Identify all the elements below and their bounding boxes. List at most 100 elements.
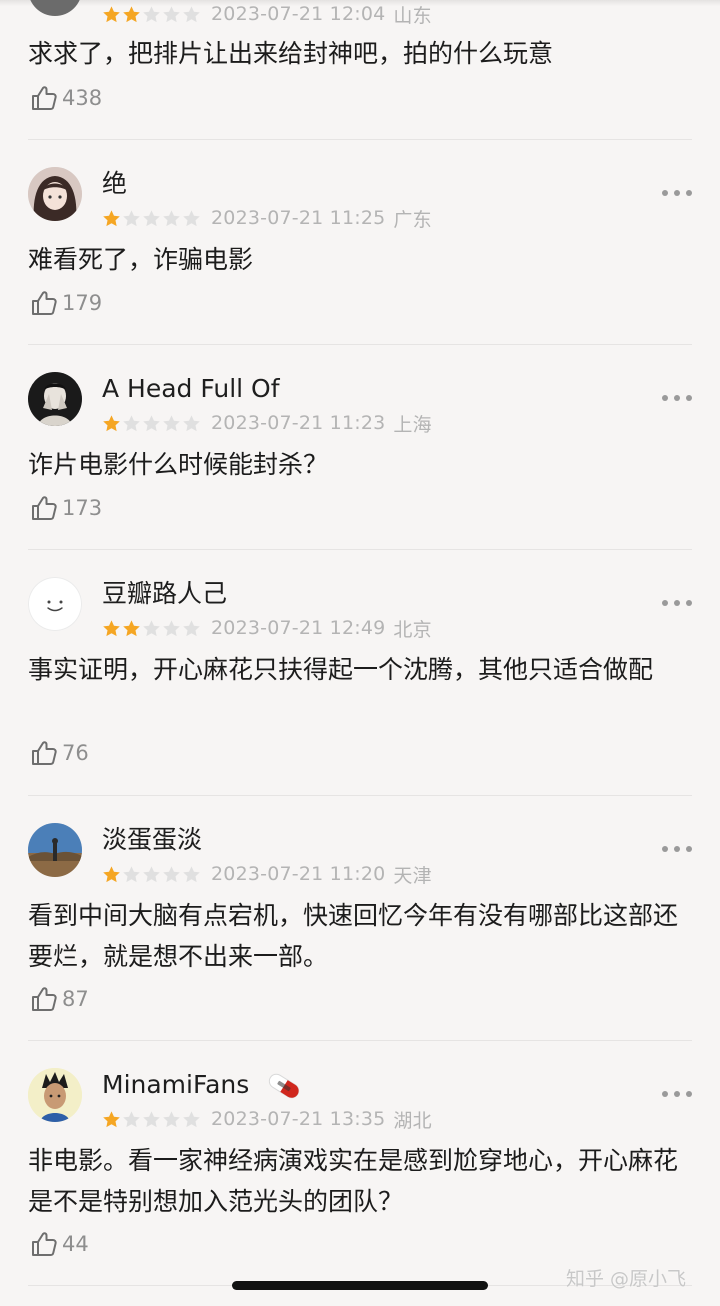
comment-meta: 2023-07-21 11:20 天津 bbox=[102, 862, 432, 887]
comment-item: MinamiFans 2023-07-21 13:35 湖北 非电影。看一家神经… bbox=[28, 1041, 692, 1286]
thumbs-up-icon bbox=[32, 496, 57, 520]
comment-text: 非电影。看一家神经病演戏实在是感到尬穿地心，开心麻花是不是特别想加入范光头的团队… bbox=[28, 1146, 679, 1216]
avatar[interactable] bbox=[28, 0, 82, 16]
thumbs-up-icon bbox=[32, 1232, 57, 1256]
username[interactable]: MinamiFans bbox=[102, 1069, 303, 1101]
more-dots-icon[interactable] bbox=[662, 1089, 692, 1099]
star-empty-icon bbox=[183, 865, 200, 882]
avatar[interactable] bbox=[28, 823, 82, 877]
star-empty-icon bbox=[163, 865, 180, 882]
star-empty-icon bbox=[123, 865, 140, 882]
comment-item: 绝 2023-07-21 11:25 广东 难看死了，诈骗电影 179 bbox=[28, 140, 692, 345]
comment-location: 上海 bbox=[393, 413, 432, 436]
comment-date: 2023-07-21 12:49 bbox=[211, 617, 386, 639]
comment-meta: 2023-07-21 12:49 北京 bbox=[102, 616, 432, 641]
more-dots-icon[interactable] bbox=[662, 598, 692, 608]
star-empty-icon bbox=[143, 209, 160, 226]
comment-meta: 2023-07-21 13:35 湖北 bbox=[102, 1107, 432, 1132]
comment-meta: 2023-07-21 11:23 上海 bbox=[102, 411, 432, 436]
star-rating bbox=[102, 209, 201, 228]
star-rating bbox=[102, 1110, 201, 1129]
username-text: MinamiFans bbox=[102, 1070, 250, 1099]
star-empty-icon bbox=[163, 619, 180, 636]
comment-text: 看到中间大脑有点宕机，快速回忆今年有没有哪部比这部还要烂，就是想不出来一部。 bbox=[28, 901, 679, 971]
star-empty-icon bbox=[123, 1110, 140, 1127]
star-empty-icon bbox=[183, 5, 200, 22]
username[interactable]: 淡蛋蛋淡 bbox=[102, 824, 202, 856]
star-filled-icon bbox=[103, 209, 120, 226]
star-filled-icon bbox=[123, 5, 140, 22]
like-button[interactable]: 173 bbox=[30, 493, 102, 523]
like-button[interactable]: 76 bbox=[30, 738, 89, 768]
star-rating bbox=[102, 5, 201, 24]
thumbs-up-icon bbox=[32, 291, 57, 315]
comment-text: 诈片电影什么时候能封杀？ bbox=[28, 450, 329, 479]
star-empty-icon bbox=[183, 209, 200, 226]
comment-text: 求求了，把排片让出来给封神吧，拍的什么玩意 bbox=[28, 39, 554, 68]
comment-meta: 2023-07-21 11:25 广东 bbox=[102, 206, 432, 231]
comment-location: 广东 bbox=[393, 208, 432, 231]
more-dots-icon[interactable] bbox=[662, 188, 692, 198]
star-rating bbox=[102, 414, 201, 433]
comment-text: 难看死了，诈骗电影 bbox=[28, 245, 254, 274]
comment-date: 2023-07-21 11:23 bbox=[211, 412, 386, 434]
comment-date: 2023-07-21 11:20 bbox=[211, 863, 386, 885]
comment-location: 北京 bbox=[393, 618, 432, 641]
more-dots-icon[interactable] bbox=[662, 393, 692, 403]
like-count: 76 bbox=[62, 741, 89, 765]
star-empty-icon bbox=[163, 1110, 180, 1127]
thumbs-up-icon bbox=[32, 987, 57, 1011]
star-empty-icon bbox=[163, 5, 180, 22]
comment-date: 2023-07-21 12:04 bbox=[211, 3, 386, 25]
comment-date: 2023-07-21 13:35 bbox=[211, 1108, 386, 1130]
more-dots-icon[interactable] bbox=[662, 844, 692, 854]
star-filled-icon bbox=[103, 619, 120, 636]
avatar[interactable] bbox=[28, 167, 82, 221]
star-filled-icon bbox=[123, 619, 140, 636]
home-indicator[interactable] bbox=[232, 1281, 488, 1290]
avatar[interactable] bbox=[28, 1068, 82, 1122]
comment-location: 山东 bbox=[393, 4, 432, 27]
avatar[interactable] bbox=[28, 577, 82, 631]
thumbs-up-icon bbox=[32, 741, 57, 765]
like-button[interactable]: 179 bbox=[30, 288, 102, 318]
username[interactable]: 绝 bbox=[102, 168, 127, 200]
like-count: 179 bbox=[62, 291, 103, 315]
star-filled-icon bbox=[103, 865, 120, 882]
comment-item: 2023-07-21 12:04 山东 求求了，把排片让出来给封神吧，拍的什么玩… bbox=[28, 0, 692, 140]
username[interactable]: A Head Full Of bbox=[102, 373, 280, 405]
star-empty-icon bbox=[143, 1110, 160, 1127]
avatar[interactable] bbox=[28, 372, 82, 426]
username[interactable]: 豆瓣路人己 bbox=[102, 578, 227, 610]
like-button[interactable]: 438 bbox=[30, 83, 102, 113]
watermark: 知乎 @原小飞 bbox=[566, 1268, 687, 1290]
comment-item: 淡蛋蛋淡 2023-07-21 11:20 天津 看到中间大脑有点宕机，快速回忆… bbox=[28, 796, 692, 1041]
star-empty-icon bbox=[183, 619, 200, 636]
comment-date: 2023-07-21 11:25 bbox=[211, 207, 386, 229]
star-filled-icon bbox=[103, 1110, 120, 1127]
comment-location: 湖北 bbox=[393, 1109, 432, 1132]
star-rating bbox=[102, 865, 201, 884]
star-empty-icon bbox=[143, 5, 160, 22]
comment-meta: 2023-07-21 12:04 山东 bbox=[102, 2, 432, 27]
like-button[interactable]: 44 bbox=[30, 1229, 89, 1259]
star-empty-icon bbox=[183, 414, 200, 431]
comment-text: 事实证明，开心麻花只扶得起一个沈腾，其他只适合做配 bbox=[28, 655, 654, 684]
like-button[interactable]: 87 bbox=[30, 984, 89, 1014]
star-filled-icon bbox=[103, 5, 120, 22]
like-count: 87 bbox=[62, 987, 89, 1011]
like-count: 173 bbox=[62, 496, 103, 520]
star-empty-icon bbox=[163, 414, 180, 431]
star-empty-icon bbox=[143, 414, 160, 431]
comment-item: 豆瓣路人己 2023-07-21 12:49 北京 事实证明，开心麻花只扶得起一… bbox=[28, 550, 692, 795]
comment-item: A Head Full Of 2023-07-21 11:23 上海 诈片电影什… bbox=[28, 345, 692, 550]
like-count: 438 bbox=[62, 86, 103, 110]
star-rating bbox=[102, 619, 201, 638]
thumbs-up-icon bbox=[32, 86, 57, 110]
star-empty-icon bbox=[123, 414, 140, 431]
star-empty-icon bbox=[163, 209, 180, 226]
star-empty-icon bbox=[143, 619, 160, 636]
star-empty-icon bbox=[143, 865, 160, 882]
star-filled-icon bbox=[103, 414, 120, 431]
star-empty-icon bbox=[123, 209, 140, 226]
